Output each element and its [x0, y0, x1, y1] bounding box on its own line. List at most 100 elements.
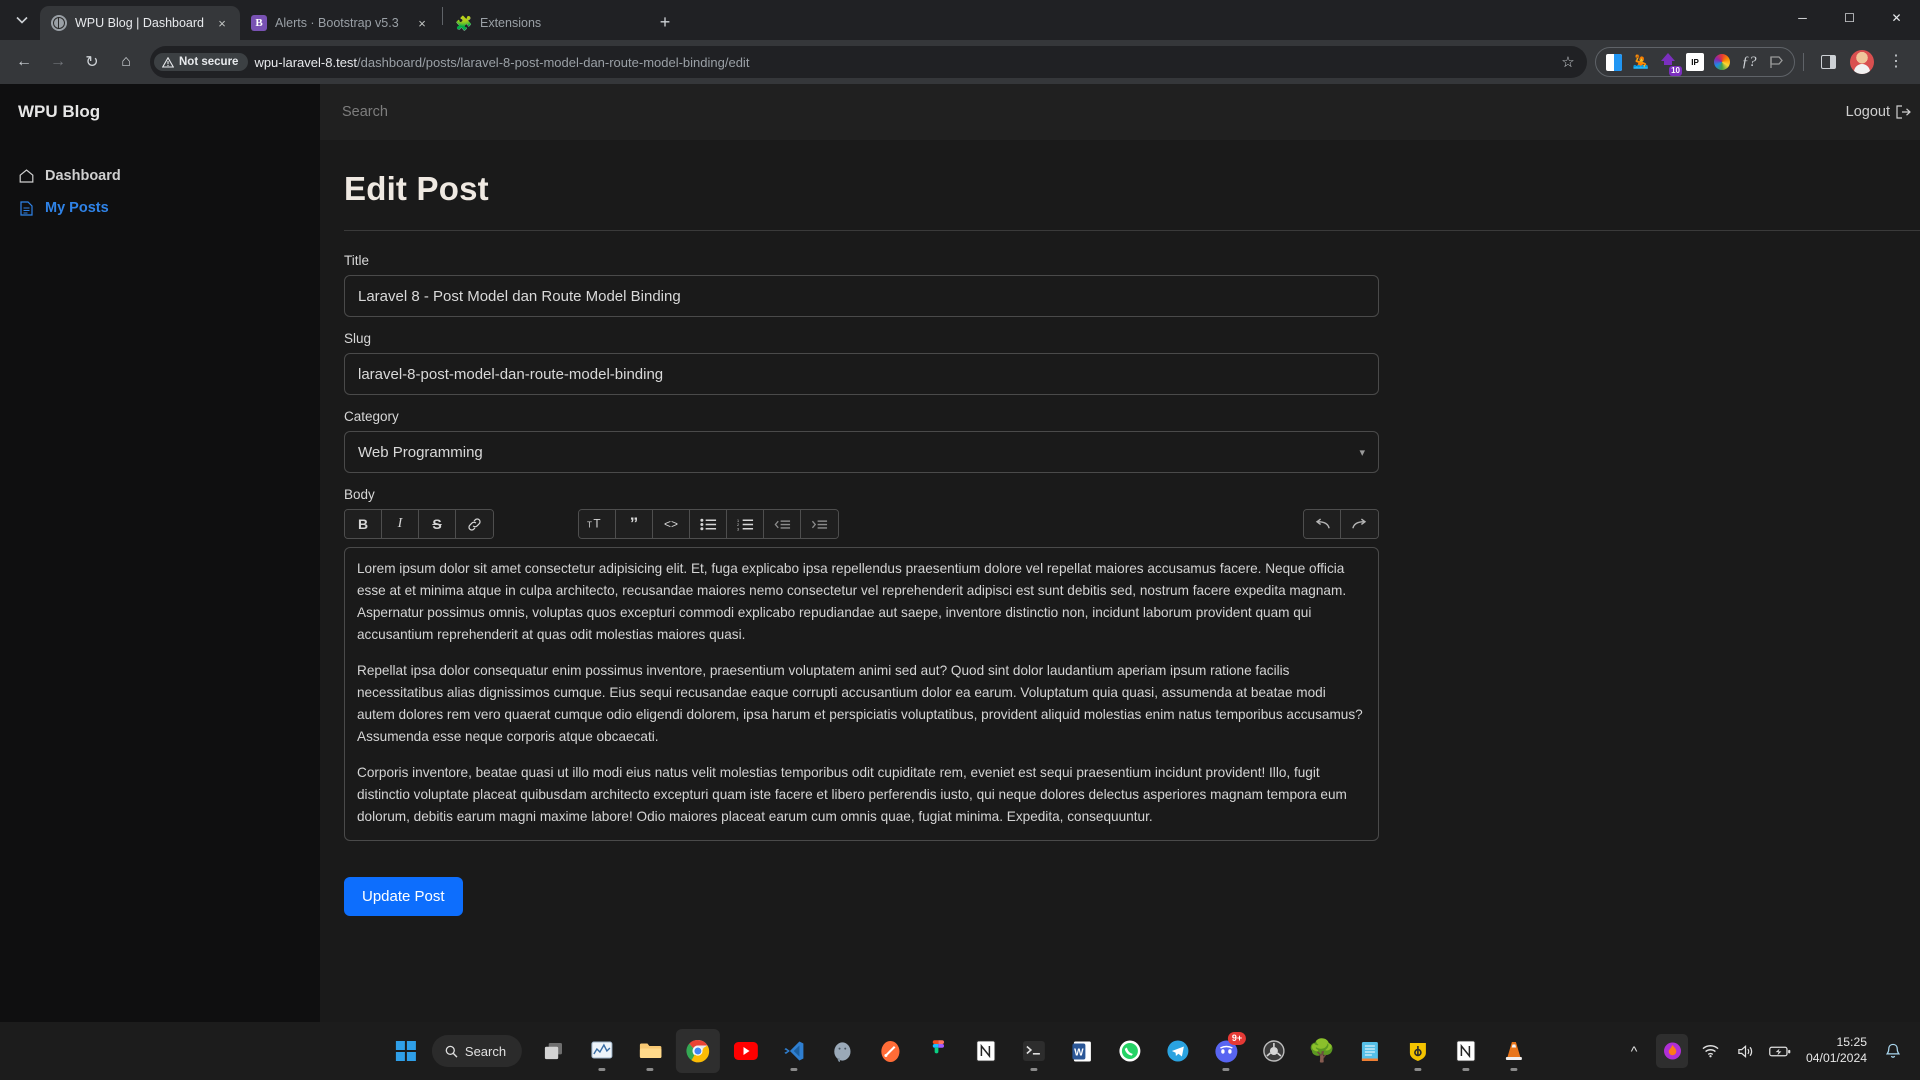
file-explorer-app[interactable] — [628, 1029, 672, 1073]
speaker-icon[interactable] — [1732, 1036, 1758, 1066]
notepad-app[interactable] — [1348, 1029, 1392, 1073]
avatar[interactable] — [1846, 46, 1878, 78]
security-badge[interactable]: Not secure — [154, 53, 248, 71]
telegram-app[interactable] — [1156, 1029, 1200, 1073]
address-bar[interactable]: Not secure wpu-laravel-8.test/dashboard/… — [150, 46, 1587, 78]
pdf-extension-icon[interactable] — [1602, 50, 1626, 74]
undo-button[interactable] — [1304, 510, 1341, 538]
home-button[interactable]: ⌂ — [110, 46, 142, 78]
bootstrap-icon: B — [251, 15, 267, 31]
tag-extension-icon[interactable] — [1764, 50, 1788, 74]
code-button[interactable]: <> — [653, 510, 690, 538]
upload-extension-icon[interactable]: 10 — [1656, 50, 1680, 74]
tab-close-button[interactable]: × — [212, 13, 232, 33]
vlc-cone-icon — [1504, 1040, 1524, 1062]
logout-button[interactable]: Logout — [1846, 104, 1912, 120]
search-input[interactable]: Search — [342, 104, 388, 120]
app-brand[interactable]: WPU Blog — [0, 84, 320, 140]
word-app[interactable]: W — [1060, 1029, 1104, 1073]
discord-badge: 9+ — [1228, 1032, 1246, 1045]
app-content: Search Logout Edit Post Title Laravel 8 … — [320, 84, 1920, 1022]
history-group — [1303, 509, 1379, 539]
task-view-button[interactable] — [532, 1029, 576, 1073]
svg-text:T: T — [587, 521, 592, 530]
tree-app[interactable]: 🌳 — [1300, 1029, 1344, 1073]
tab-close-button[interactable]: × — [412, 13, 432, 33]
goggles-extension-icon[interactable]: 🤽 — [1629, 50, 1653, 74]
vs-code-app[interactable] — [772, 1029, 816, 1073]
discord-app[interactable]: 9+ — [1204, 1029, 1248, 1073]
notion-calendar-app[interactable] — [1444, 1029, 1488, 1073]
start-button[interactable] — [384, 1029, 428, 1073]
color-picker-extension-icon[interactable] — [1710, 50, 1734, 74]
ip-lookup-extension-icon[interactable]: IP — [1683, 50, 1707, 74]
logout-icon — [1896, 105, 1912, 119]
forward-button[interactable]: → — [42, 46, 74, 78]
redo-button[interactable] — [1341, 510, 1378, 538]
terminal-app[interactable] — [1012, 1029, 1056, 1073]
reload-button[interactable]: ↻ — [76, 46, 108, 78]
notion-app[interactable] — [964, 1029, 1008, 1073]
slug-input[interactable]: laravel-8-post-model-dan-route-model-bin… — [344, 353, 1379, 395]
flame-tray-icon[interactable] — [1656, 1034, 1688, 1068]
browser-tab-extensions[interactable]: 🧩 Extensions — [445, 6, 645, 40]
home-icon — [18, 169, 35, 183]
back-button[interactable]: ← — [8, 46, 40, 78]
tab-search-button[interactable] — [4, 3, 40, 37]
obs-studio-app[interactable] — [1252, 1029, 1296, 1073]
extensions-group: 🤽 10 IP ƒ? — [1595, 47, 1795, 77]
decrease-indent-button[interactable] — [764, 510, 801, 538]
link-button[interactable] — [456, 510, 493, 538]
bell-icon[interactable] — [1880, 1036, 1906, 1066]
chevron-down-icon — [16, 16, 28, 24]
youtube-app[interactable] — [724, 1029, 768, 1073]
chevron-up-icon[interactable]: ^ — [1621, 1036, 1647, 1066]
star-icon[interactable]: ☆ — [1555, 49, 1581, 75]
taskbar-search[interactable]: Search — [432, 1035, 522, 1067]
vlc-app[interactable] — [1492, 1029, 1536, 1073]
bitwarden-app[interactable] — [1396, 1029, 1440, 1073]
wifi-icon[interactable] — [1697, 1036, 1723, 1066]
italic-button[interactable]: I — [382, 510, 419, 538]
browser-tab-wpu-blog[interactable]: WPU Blog | Dashboard × — [40, 6, 240, 40]
windows-logo-icon — [396, 1041, 417, 1062]
globe-icon — [51, 15, 67, 31]
side-panel-icon[interactable] — [1812, 46, 1844, 78]
taskbar-search-label: Search — [465, 1044, 506, 1059]
tab-title: Alerts · Bootstrap v5.3 — [275, 16, 404, 30]
battery-charging-icon[interactable] — [1767, 1036, 1793, 1066]
figma-app[interactable] — [916, 1029, 960, 1073]
body-editor[interactable]: Lorem ipsum dolor sit amet consectetur a… — [344, 547, 1379, 841]
whatsapp-app[interactable] — [1108, 1029, 1152, 1073]
new-tab-button[interactable]: + — [651, 8, 679, 36]
slug-label: Slug — [344, 331, 1379, 346]
strikethrough-button[interactable]: S — [419, 510, 456, 538]
document-icon — [18, 201, 35, 216]
sidebar-item-my-posts[interactable]: My Posts — [0, 192, 320, 224]
browser-tab-bootstrap[interactable]: B Alerts · Bootstrap v5.3 × — [240, 6, 440, 40]
bullet-list-button[interactable] — [690, 510, 727, 538]
numbered-list-button[interactable]: 123 — [727, 510, 764, 538]
sidebar-item-dashboard[interactable]: Dashboard — [0, 160, 320, 192]
quote-button[interactable]: ” — [616, 510, 653, 538]
font-finder-extension-icon[interactable]: ƒ? — [1737, 50, 1761, 74]
kebab-menu-icon[interactable]: ⋮ — [1880, 46, 1912, 78]
google-chrome-app[interactable] — [676, 1029, 720, 1073]
update-post-button[interactable]: Update Post — [344, 877, 463, 916]
bold-button[interactable]: B — [345, 510, 382, 538]
heading-button[interactable]: TT — [579, 510, 616, 538]
close-window-button[interactable]: ✕ — [1873, 0, 1920, 36]
taskbar-clock[interactable]: 15:25 04/01/2024 — [1802, 1035, 1871, 1067]
minimize-button[interactable]: ─ — [1779, 0, 1826, 36]
category-select[interactable]: Web Programming ▾ — [344, 431, 1379, 473]
maximize-button[interactable]: ☐ — [1826, 0, 1873, 36]
title-label: Title — [344, 253, 1379, 268]
increase-indent-button[interactable] — [801, 510, 838, 538]
performance-monitor-app[interactable] — [580, 1029, 624, 1073]
category-label: Category — [344, 409, 1379, 424]
body-field-group: Body B I S TT — [344, 487, 1379, 841]
title-input[interactable]: Laravel 8 - Post Model dan Route Model B… — [344, 275, 1379, 317]
text-format-group: B I S — [344, 509, 494, 539]
postgresql-app[interactable] — [820, 1029, 864, 1073]
postman-app[interactable] — [868, 1029, 912, 1073]
